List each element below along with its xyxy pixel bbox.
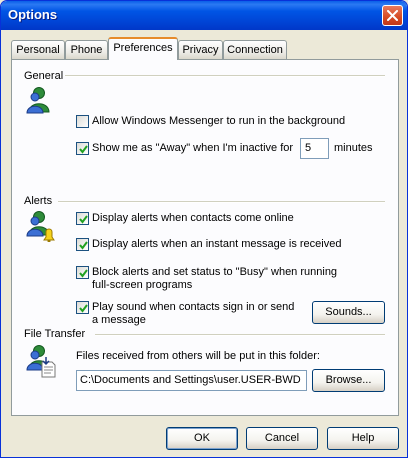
checkmark-icon	[79, 269, 88, 278]
inactive-minutes-input[interactable]: 5	[300, 138, 329, 159]
block-alerts-checkbox[interactable]	[76, 266, 89, 279]
alert-online-label[interactable]: Display alerts when contacts come online	[92, 212, 294, 225]
checkmark-icon	[79, 215, 88, 224]
minutes-label: minutes	[334, 142, 373, 154]
preferences-panel: General Allow Windows Messenger to run i…	[11, 59, 399, 416]
show-away-label[interactable]: Show me as "Away" when I'm inactive for	[92, 142, 293, 155]
block-alerts-label-line2[interactable]: full-screen programs	[92, 279, 192, 292]
file-transfer-divider	[95, 334, 385, 336]
general-divider	[65, 75, 385, 77]
download-folder-field[interactable]: C:\Documents and Settings\user.USER-BWD	[76, 370, 307, 391]
sounds-button[interactable]: Sounds...	[312, 301, 385, 324]
browse-button[interactable]: Browse...	[312, 369, 385, 392]
close-button[interactable]	[382, 5, 403, 26]
tab-phone[interactable]: Phone	[65, 40, 108, 60]
file-transfer-icon	[26, 345, 56, 378]
tab-preferences[interactable]: Preferences	[108, 37, 178, 60]
ok-button[interactable]: OK	[166, 427, 238, 450]
window-title: Options	[8, 7, 58, 22]
play-sound-checkbox[interactable]	[76, 301, 89, 314]
title-bar[interactable]: Options	[1, 1, 407, 30]
file-transfer-description: Files received from others will be put i…	[76, 350, 320, 362]
alert-im-label[interactable]: Display alerts when an instant message i…	[92, 238, 341, 251]
help-button[interactable]: Help	[327, 427, 399, 450]
file-transfer-heading: File Transfer	[24, 328, 86, 340]
alerts-bell-icon	[26, 211, 55, 242]
alert-online-checkbox[interactable]	[76, 212, 89, 225]
tab-privacy[interactable]: Privacy	[178, 40, 223, 60]
show-away-checkbox[interactable]	[76, 142, 89, 155]
play-sound-label-line2[interactable]: a message	[92, 314, 146, 327]
messenger-user-icon	[26, 87, 50, 114]
tab-connection[interactable]: Connection	[223, 40, 287, 60]
general-heading: General	[24, 70, 64, 82]
tab-personal[interactable]: Personal	[11, 40, 65, 60]
allow-background-checkbox[interactable]	[76, 115, 89, 128]
block-alerts-label-line1[interactable]: Block alerts and set status to "Busy" wh…	[92, 266, 337, 279]
allow-background-label[interactable]: Allow Windows Messenger to run in the ba…	[92, 115, 345, 128]
alerts-divider	[58, 201, 385, 203]
alert-im-checkbox[interactable]	[76, 238, 89, 251]
cancel-button[interactable]: Cancel	[246, 427, 318, 450]
close-icon	[387, 10, 398, 21]
checkmark-icon	[79, 241, 88, 250]
checkmark-icon	[79, 304, 88, 313]
alerts-heading: Alerts	[24, 195, 53, 207]
play-sound-label-line1[interactable]: Play sound when contacts sign in or send	[92, 301, 294, 314]
options-dialog: Options Personal Phone Preferences Priva…	[0, 0, 408, 458]
checkmark-icon	[79, 145, 88, 154]
